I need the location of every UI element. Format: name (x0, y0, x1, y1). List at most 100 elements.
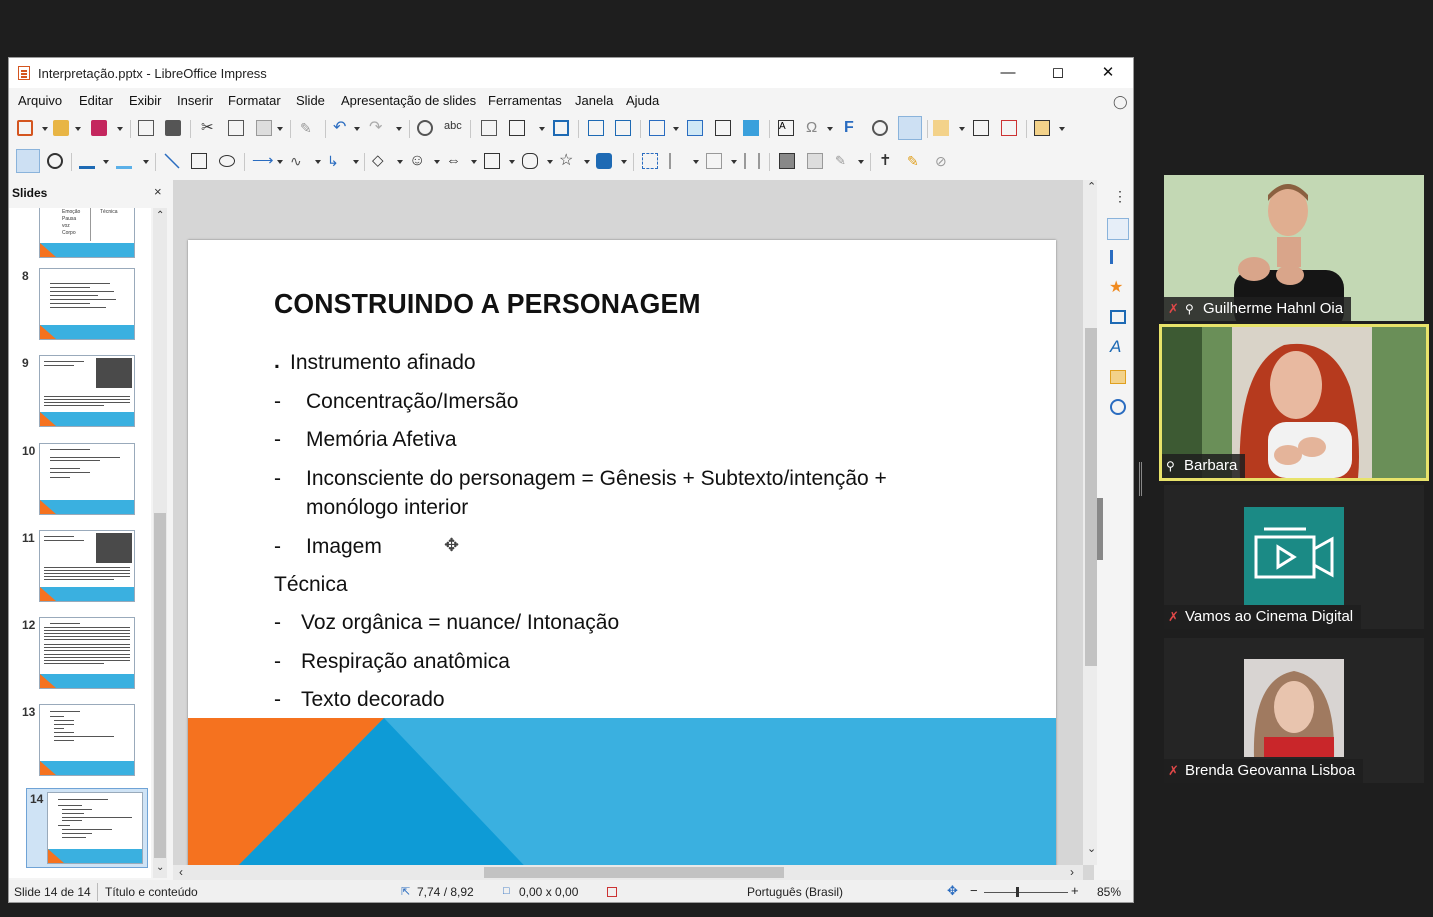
find-replace-icon[interactable] (417, 120, 433, 136)
open-folder-icon[interactable] (53, 120, 69, 136)
status-zoom[interactable]: 85% (1097, 885, 1121, 899)
curve-icon[interactable]: ∿ (290, 153, 306, 169)
video-tile-barbara[interactable]: ⚲ Barbara (1159, 324, 1429, 481)
slide-thumbnails[interactable]: Emoção Pausa voz Corpo Técnica 8 9 10 11… (9, 208, 151, 878)
redo-icon[interactable]: ↷ (369, 120, 385, 136)
slide-thumbnail-13[interactable] (39, 704, 135, 776)
slide-editing-area[interactable]: CONSTRUINDO A PERSONAGEM . Instrumento a… (173, 180, 1099, 880)
ellipse-icon[interactable] (219, 155, 235, 167)
special-character-icon[interactable]: Ω (806, 120, 822, 136)
close-icon[interactable]: ✕ (1085, 62, 1131, 84)
horizontal-scroll-thumb[interactable] (484, 867, 784, 878)
media-icon[interactable] (715, 120, 731, 136)
paste-icon[interactable] (256, 120, 272, 136)
sidebar-menu-icon[interactable]: ⋮ (1113, 188, 1127, 205)
export-pdf-icon[interactable] (138, 120, 154, 136)
arrange-icon[interactable] (706, 153, 722, 169)
rectangle-icon[interactable] (191, 153, 207, 169)
connector-icon[interactable]: ↳ (327, 153, 343, 169)
align-icon[interactable] (669, 153, 685, 169)
table-icon[interactable] (649, 120, 665, 136)
vscroll-up-icon[interactable]: ⌃ (1087, 180, 1096, 193)
slide-item-texto[interactable]: Texto decorado (301, 688, 445, 712)
master-slide-icon[interactable] (553, 120, 569, 136)
show-draw-functions-icon[interactable] (898, 116, 922, 140)
thumbnails-scrollbar[interactable]: ⌃ ⌄ (153, 208, 167, 878)
menu-formatar[interactable]: Formatar (228, 93, 281, 108)
scroll-left-icon[interactable]: ‹ (179, 865, 183, 879)
vertical-scroll-thumb[interactable] (1085, 328, 1097, 666)
scroll-right-icon[interactable]: › (1070, 865, 1074, 879)
minimize-icon[interactable]: — (985, 62, 1031, 84)
status-language[interactable]: Português (Brasil) (747, 885, 843, 899)
slide-item-imagem[interactable]: Imagem (306, 535, 382, 559)
glue-points-icon[interactable]: ✎ (907, 153, 923, 169)
slide-item-inconsciente-cont[interactable]: monólogo interior (306, 496, 468, 520)
zoom-icon[interactable] (47, 153, 63, 169)
new-slide-icon[interactable] (933, 120, 949, 136)
slide-thumbnail-14[interactable] (47, 792, 143, 864)
stars-icon[interactable]: ☆ (559, 153, 575, 169)
menu-ferramentas[interactable]: Ferramentas (488, 93, 562, 108)
slide-heading-tecnica[interactable]: Técnica (274, 573, 348, 597)
start-current-slide-icon[interactable] (615, 120, 631, 136)
line-icon[interactable] (164, 153, 180, 169)
zoom-slider-thumb[interactable] (1016, 887, 1019, 897)
arrow-line-icon[interactable]: ⟶ (252, 153, 274, 169)
flowchart-icon[interactable] (484, 153, 500, 169)
gallery-resize-handle[interactable] (1139, 462, 1142, 496)
cut-icon[interactable]: ✂ (201, 120, 217, 136)
hyperlink-icon[interactable] (872, 120, 888, 136)
select-icon[interactable] (16, 149, 40, 173)
menu-ajuda[interactable]: Ajuda (626, 93, 659, 108)
slides-panel-close-icon[interactable]: × (154, 184, 162, 199)
slide-layout-icon[interactable] (1034, 120, 1050, 136)
menu-arquivo[interactable]: Arquivo (18, 93, 62, 108)
slide-item-voz[interactable]: Voz orgânica = nuance/ Intonação (301, 611, 619, 635)
save-icon[interactable] (91, 120, 107, 136)
slide-thumbnail-12[interactable] (39, 617, 135, 689)
slide-title[interactable]: CONSTRUINDO A PERSONAGEM (274, 288, 701, 320)
duplicate-slide-icon[interactable] (973, 120, 989, 136)
zoom-out-icon[interactable]: − (970, 883, 978, 898)
vscroll-down-icon[interactable]: ⌄ (1087, 842, 1096, 855)
slide-thumbnail-10[interactable] (39, 443, 135, 515)
sidebar-collapse-handle[interactable] (1097, 498, 1103, 560)
undo-icon[interactable]: ↶ (333, 120, 349, 136)
line-color-icon[interactable] (79, 153, 95, 169)
points-icon[interactable]: ✝ (879, 153, 895, 169)
video-tile-brenda[interactable]: ✗ Brenda Geovanna Lisboa (1164, 638, 1424, 783)
chart-icon[interactable] (743, 120, 759, 136)
menu-apresentacao[interactable]: Apresentação de slides (341, 93, 476, 108)
scroll-up-icon[interactable]: ⌃ (156, 210, 164, 221)
scroll-down-icon[interactable]: ⌄ (156, 862, 164, 873)
3d-objects-icon[interactable] (596, 153, 612, 169)
callout-icon[interactable] (522, 153, 538, 169)
slide-canvas[interactable]: CONSTRUINDO A PERSONAGEM . Instrumento a… (188, 240, 1056, 880)
slide-item-memoria[interactable]: Memória Afetiva (306, 428, 457, 452)
video-tile-guilherme[interactable]: ✗ ⚲ Guilherme Hahnl Oia (1164, 175, 1424, 321)
display-views-icon[interactable] (509, 120, 525, 136)
crop-icon[interactable] (807, 153, 823, 169)
block-arrows-icon[interactable]: ⇔ (446, 153, 462, 169)
gallery-icon[interactable] (1110, 370, 1126, 384)
textbox-icon[interactable]: A (778, 120, 794, 136)
menu-inserir[interactable]: Inserir (177, 93, 213, 108)
document-modified-icon[interactable] (607, 887, 617, 897)
maximize-icon[interactable]: ◻ (1035, 62, 1081, 84)
symbol-shapes-icon[interactable]: ☺ (409, 153, 425, 169)
clone-formatting-icon[interactable]: ✎ (300, 120, 316, 136)
image-icon[interactable] (687, 120, 703, 136)
globe-icon[interactable]: ◯ (1113, 94, 1128, 110)
thumbnails-scroll-thumb[interactable] (154, 513, 166, 858)
fontwork-icon[interactable]: F (844, 120, 860, 136)
properties-icon[interactable] (1107, 218, 1129, 240)
menu-editar[interactable]: Editar (79, 93, 113, 108)
master-slides-icon[interactable] (1110, 310, 1126, 324)
spellcheck-icon[interactable]: abc (444, 120, 462, 136)
slide-thumbnail-7[interactable]: Emoção Pausa voz Corpo Técnica (39, 208, 135, 258)
styles-icon[interactable]: A (1110, 337, 1121, 357)
rotate-icon[interactable] (642, 153, 658, 169)
print-icon[interactable] (165, 120, 181, 136)
menu-exibir[interactable]: Exibir (129, 93, 162, 108)
